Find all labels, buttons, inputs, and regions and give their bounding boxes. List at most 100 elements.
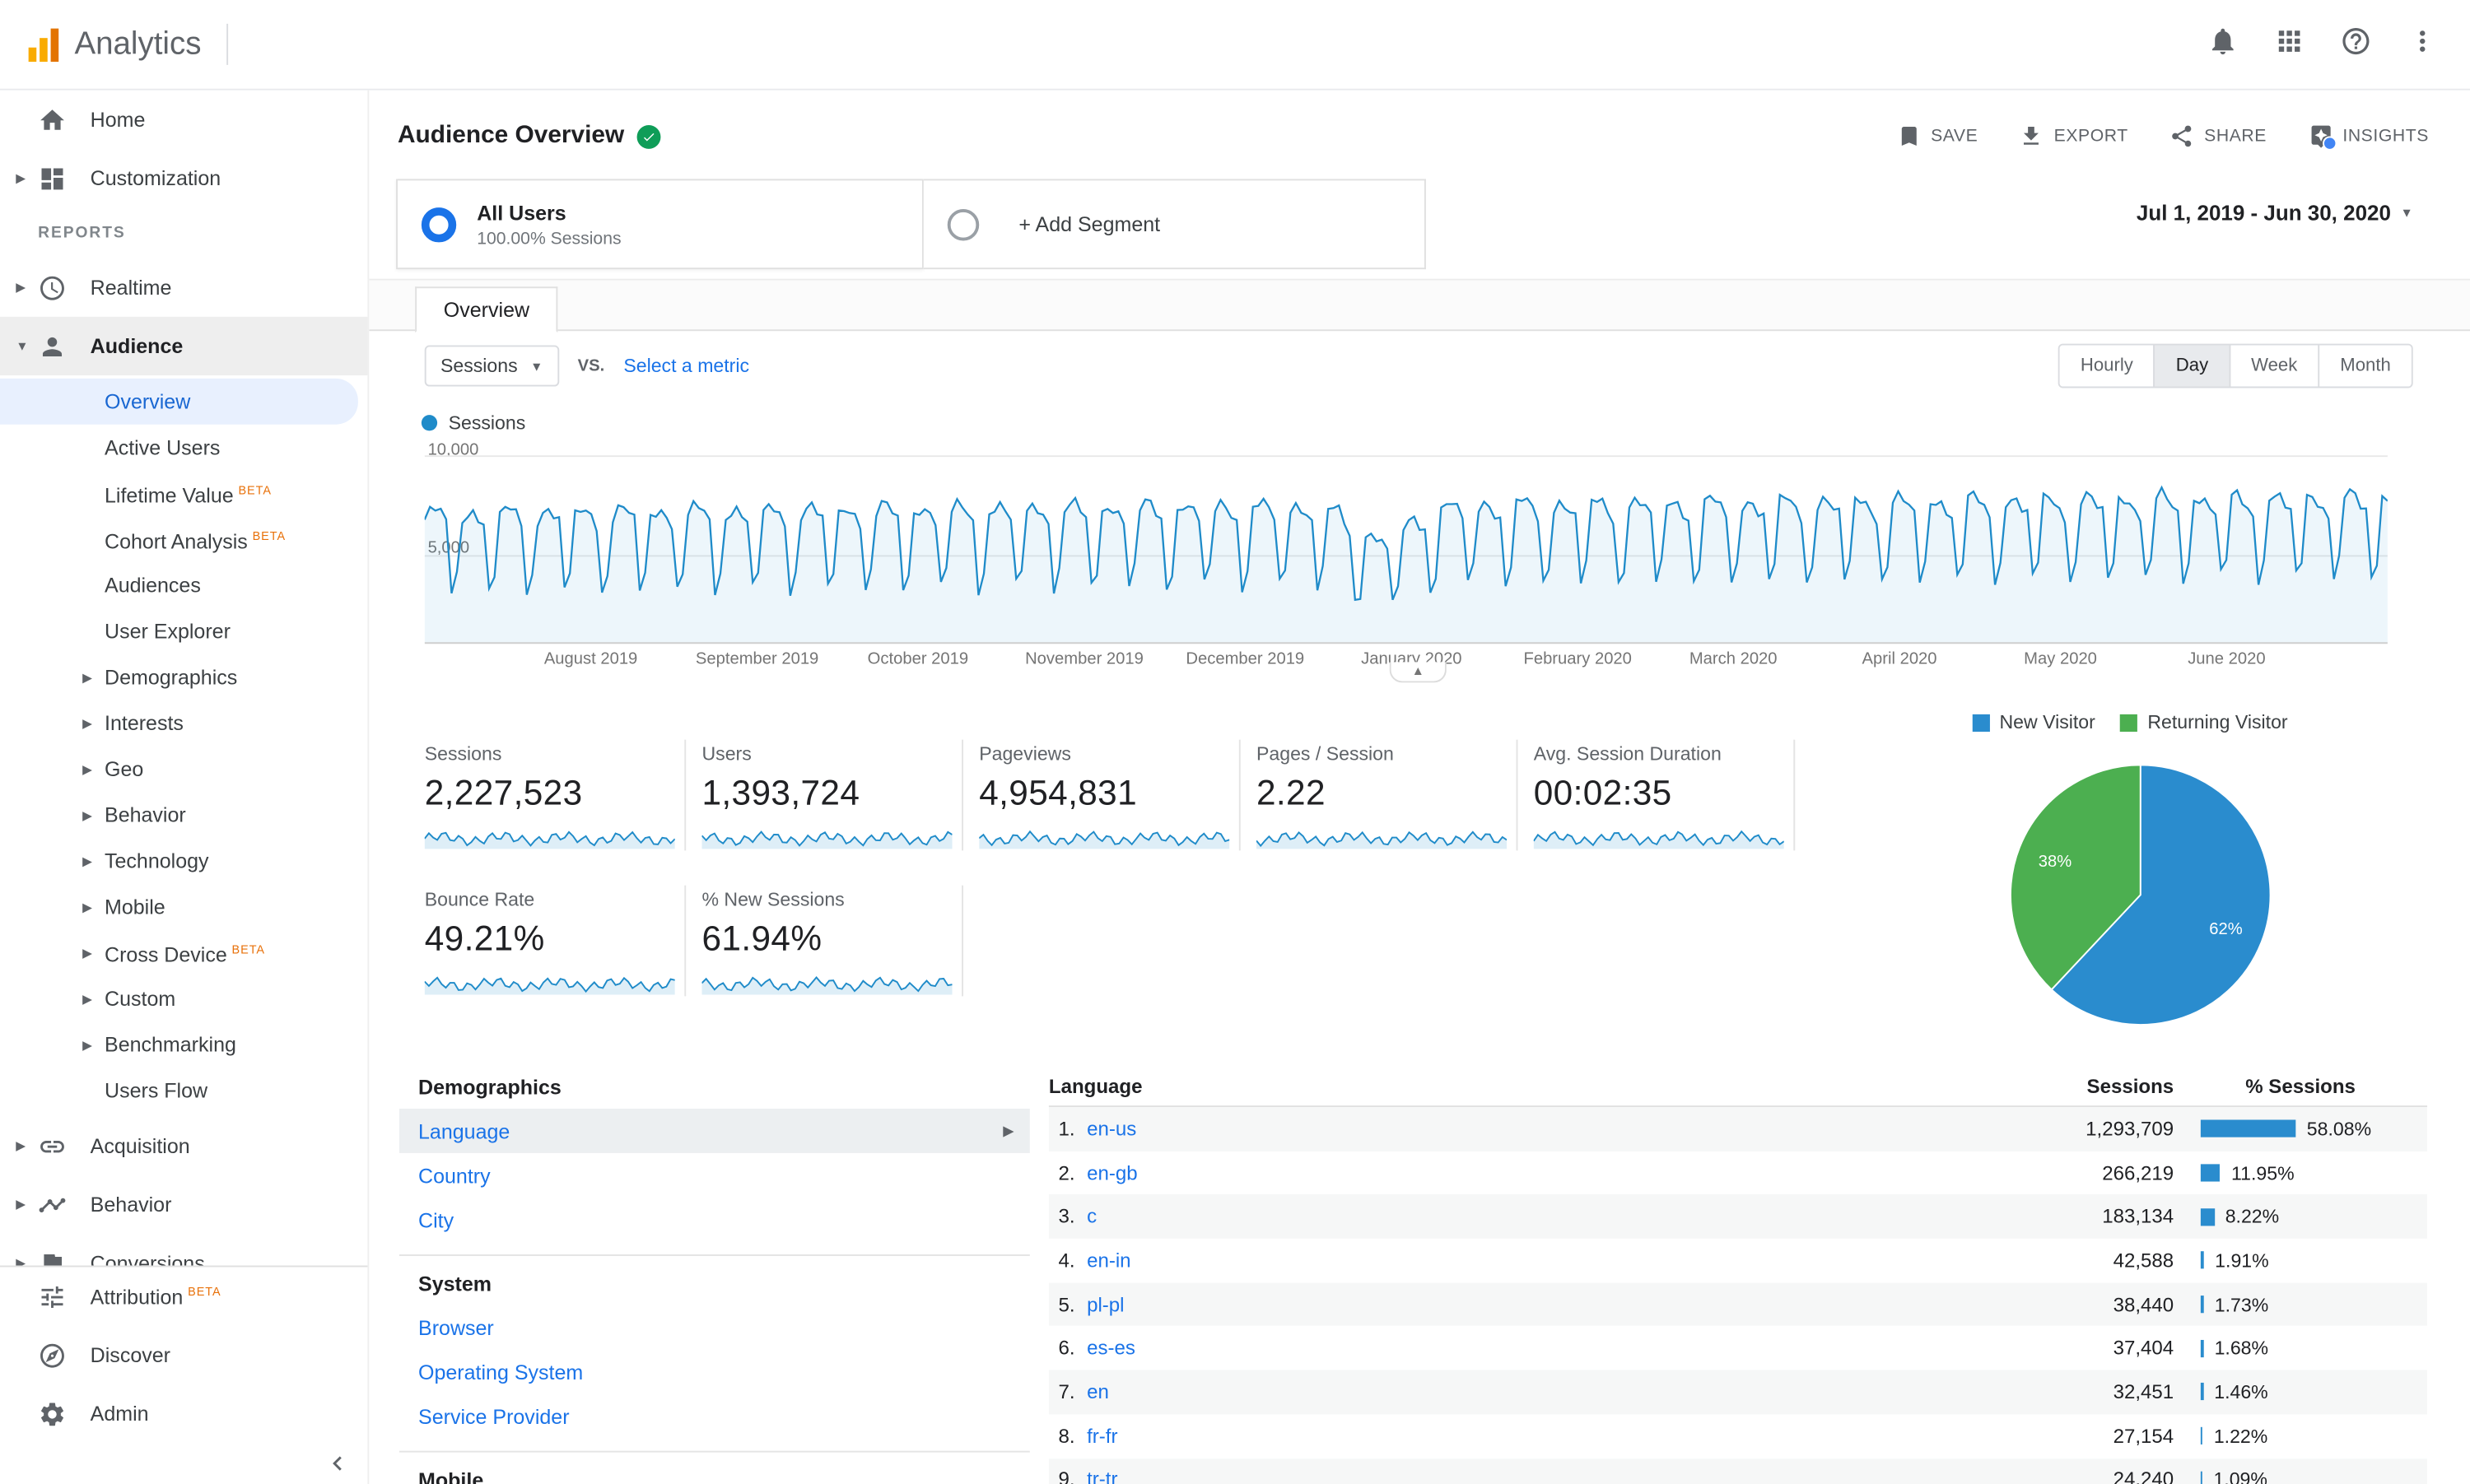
language-link[interactable]: tr-tr (1087, 1468, 1117, 1484)
sidebar-item-overview[interactable]: Overview (0, 378, 358, 425)
metric-pages-session[interactable]: Pages / Session 2.22 (1256, 730, 1534, 851)
language-link[interactable]: en (1087, 1381, 1109, 1403)
chevron-right-icon: ▶ (16, 1255, 26, 1266)
table-header-dimension[interactable]: Language (1049, 1075, 1928, 1097)
sidebar-item-conversions[interactable]: ▶ Conversions (0, 1234, 367, 1266)
metric-selector-dropdown[interactable]: Sessions ▼ (424, 345, 559, 387)
sidebar-item-interests[interactable]: ▶ Interests (0, 700, 367, 747)
sidebar-item-audience[interactable]: ▼ Audience (0, 316, 368, 376)
analytics-logo-icon[interactable] (28, 27, 59, 63)
visitor-type-pie-chart[interactable]: 62% 38% (1982, 737, 2299, 1061)
select-metric-link[interactable]: Select a metric (623, 355, 749, 377)
metric-users[interactable]: Users 1,393,724 (701, 730, 979, 851)
sidebar-item-demographics[interactable]: ▶ Demographics (0, 654, 367, 700)
table-header-pct-sessions[interactable]: % Sessions (2174, 1075, 2427, 1097)
sidebar-item-active-users[interactable]: Active Users (0, 425, 367, 471)
language-link[interactable]: pl-pl (1087, 1293, 1124, 1315)
sidebar-item-user-explorer[interactable]: User Explorer (0, 608, 367, 654)
export-button[interactable]: EXPORT (2019, 123, 2127, 149)
save-button[interactable]: SAVE (1896, 123, 1978, 149)
language-link[interactable]: en-us (1087, 1118, 1136, 1140)
table-row: 3. c 183,134 8.22% (1048, 1194, 2428, 1239)
table-header-sessions[interactable]: Sessions (1928, 1075, 2174, 1097)
realtime-icon (40, 275, 64, 300)
metric-pageviews[interactable]: Pageviews 4,954,831 (979, 730, 1256, 851)
explorer-link-city[interactable]: City (399, 1198, 1030, 1242)
sidebar-collapse-button[interactable] (0, 1443, 367, 1484)
pie-svg: 62% 38% (2010, 764, 2272, 1026)
granularity-hourly[interactable]: Hourly (2059, 345, 2154, 387)
share-icon (2172, 125, 2192, 147)
sidebar-item-geo[interactable]: ▶ Geo (0, 746, 367, 792)
topbar-more-vert-icon[interactable] (2407, 25, 2438, 64)
sidebar-item-custom[interactable]: ▶ Custom (0, 975, 367, 1021)
segment-all-users[interactable]: All Users 100.00% Sessions (396, 179, 924, 270)
sidebar-item-attribution[interactable]: Attribution BETA (0, 1267, 367, 1325)
granularity-day[interactable]: Day (2153, 345, 2230, 387)
language-link[interactable]: fr-fr (1087, 1425, 1117, 1447)
table-cell-sessions: 183,134 (2102, 1205, 2174, 1228)
topbar-help-icon[interactable] (2340, 25, 2371, 64)
beta-badge: BETA (231, 942, 266, 957)
sidebar-item-lifetime-value[interactable]: Lifetime Value BETA (0, 471, 367, 517)
metric-label: Bounce Rate (424, 888, 535, 911)
sidebar-item-label: Mobile (105, 895, 165, 919)
segment-bar: All Users 100.00% Sessions + Add Segment… (369, 170, 2470, 281)
metric--new-sessions[interactable]: % New Sessions 61.94% (701, 876, 979, 997)
sidebar-item-customization[interactable]: ▶ Customization (0, 149, 367, 207)
sidebar-item-admin[interactable]: Admin (0, 1384, 367, 1443)
granularity-month[interactable]: Month (2318, 345, 2412, 387)
metric-avg-session-duration[interactable]: Avg. Session Duration 00:02:35 (1533, 730, 1811, 851)
sidebar-item-behavior[interactable]: ▶ Behavior (0, 1175, 367, 1234)
sidebar-item-label: Realtime (90, 275, 172, 300)
sidebar-item-realtime[interactable]: ▶ Realtime (0, 258, 367, 317)
explorer-section-mobile: MobileOperating System (398, 1450, 1030, 1484)
explorer-link-browser[interactable]: Browser (399, 1305, 1030, 1350)
sidebar-item-mobile[interactable]: ▶ Mobile (0, 884, 367, 930)
metric-bounce-rate[interactable]: Bounce Rate 49.21% (424, 876, 702, 997)
explorer-link-language[interactable]: Language ▶ (398, 1109, 1030, 1153)
language-link[interactable]: es-es (1087, 1337, 1135, 1360)
topbar-notifications-icon[interactable] (2207, 25, 2239, 64)
date-range-picker[interactable]: Jul 1, 2019 - Jun 30, 2020 ▼ (2137, 201, 2413, 225)
table-row: 7. en 32,451 1.46% (1048, 1370, 2428, 1415)
sidebar-item-home[interactable]: Home (0, 91, 367, 149)
conversions-icon (44, 1254, 63, 1266)
metric-sessions[interactable]: Sessions 2,227,523 (424, 730, 702, 851)
language-link[interactable]: en-gb (1087, 1162, 1138, 1184)
topbar-apps-grid-icon[interactable] (2273, 25, 2305, 64)
insights-button[interactable]: INSIGHTS (2308, 123, 2429, 151)
series-dot-icon (421, 415, 438, 431)
explorer-link-service-provider[interactable]: Service Provider (399, 1393, 1030, 1438)
sidebar-item-cohort-analysis[interactable]: Cohort Analysis BETA (0, 516, 367, 562)
share-button[interactable]: SHARE (2169, 123, 2267, 149)
sidebar-item-audiences[interactable]: Audiences (0, 562, 367, 608)
metric-sparkline (701, 830, 953, 849)
sidebar-item-cross-device[interactable]: ▶ Cross Device BETA (0, 930, 367, 976)
language-link[interactable]: c (1087, 1206, 1097, 1228)
sidebar-item-benchmarking[interactable]: ▶ Benchmarking (0, 1021, 367, 1068)
language-link[interactable]: en-in (1087, 1249, 1130, 1272)
metric-sparkline (701, 975, 953, 995)
topbar: Analytics (0, 0, 2470, 91)
sidebar-item-technology[interactable]: ▶ Technology (0, 838, 367, 884)
explorer-link-operating-system[interactable]: Operating System (399, 1350, 1030, 1394)
sidebar-item-discover[interactable]: Discover (0, 1326, 367, 1384)
home-icon (40, 109, 64, 129)
sidebar-item-users-flow[interactable]: Users Flow (0, 1068, 367, 1114)
date-range-text: Jul 1, 2019 - Jun 30, 2020 (2136, 201, 2391, 226)
chart-collapse-handle[interactable]: ▲ (1389, 662, 1447, 683)
sessions-line-chart[interactable] (423, 453, 2388, 644)
header-action-group: SAVE EXPORT SHARE INSIGHTS (1896, 123, 2429, 151)
tab-overview[interactable]: Overview (415, 286, 558, 333)
metric-value: 2.22 (1256, 773, 1326, 813)
granularity-week[interactable]: Week (2229, 345, 2319, 387)
sidebar-item-acquisition[interactable]: ▶ Acquisition (0, 1117, 367, 1175)
explorer-link-country[interactable]: Country (399, 1153, 1030, 1198)
add-segment-button[interactable]: + Add Segment (923, 179, 1426, 270)
chevron-down-icon: ▼ (530, 358, 543, 374)
sidebar-sublist: Overview Active Users Lifetime Value BETA Co… (0, 375, 367, 1117)
sidebar-item-behavior[interactable]: ▶ Behavior (0, 792, 367, 838)
sidebar-item-label: Conversions (90, 1251, 205, 1266)
verified-check-icon (636, 124, 661, 148)
